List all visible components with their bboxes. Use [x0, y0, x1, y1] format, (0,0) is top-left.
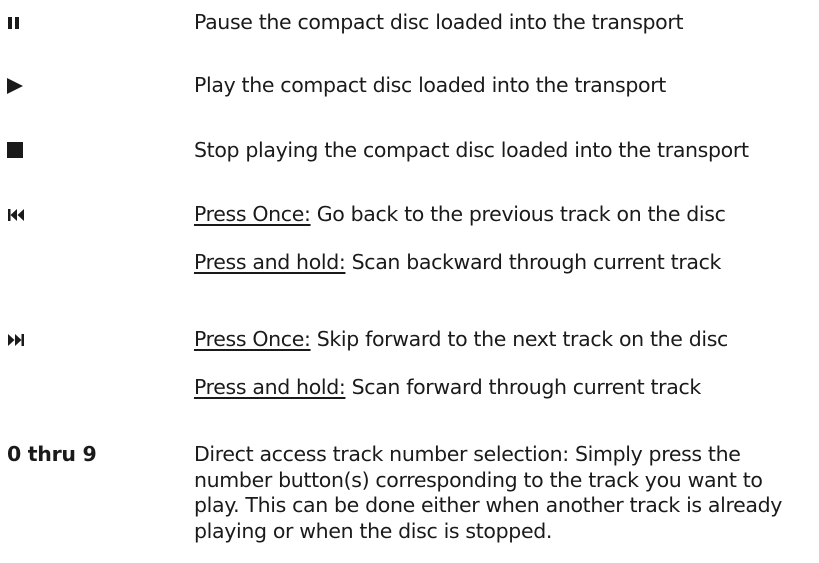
- pause-description: Pause the compact disc loaded into the t…: [194, 10, 684, 34]
- play-description: Play the compact disc loaded into the tr…: [194, 73, 666, 97]
- digits-description: Direct access track number selection: Si…: [194, 442, 783, 543]
- play-icon: [6, 77, 24, 95]
- skip-next-icon: [7, 333, 25, 347]
- press-hold-text: Scan backward through current track: [345, 250, 722, 274]
- previous-press-hold: Press and hold: Scan backward through cu…: [194, 248, 814, 276]
- next-press-hold: Press and hold: Scan forward through cur…: [194, 373, 814, 401]
- skip-previous-icon: [7, 208, 25, 222]
- next-press-once: Press Once: Skip forward to the next tra…: [194, 325, 814, 353]
- stop-description: Stop playing the compact disc loaded int…: [194, 138, 749, 162]
- press-once-label: Press Once:: [194, 202, 311, 226]
- press-hold-label: Press and hold:: [194, 375, 346, 399]
- press-hold-label: Press and hold:: [194, 250, 346, 274]
- press-hold-text: Scan forward through current track: [345, 375, 702, 399]
- press-once-text: Go back to the previous track on the dis…: [310, 202, 726, 226]
- digits-label: 0 thru 9: [7, 442, 97, 466]
- stop-icon: [6, 141, 24, 159]
- previous-press-once: Press Once: Go back to the previous trac…: [194, 200, 814, 228]
- press-once-label: Press Once:: [194, 327, 311, 351]
- press-once-text: Skip forward to the next track on the di…: [310, 327, 729, 351]
- pause-icon: [7, 16, 21, 30]
